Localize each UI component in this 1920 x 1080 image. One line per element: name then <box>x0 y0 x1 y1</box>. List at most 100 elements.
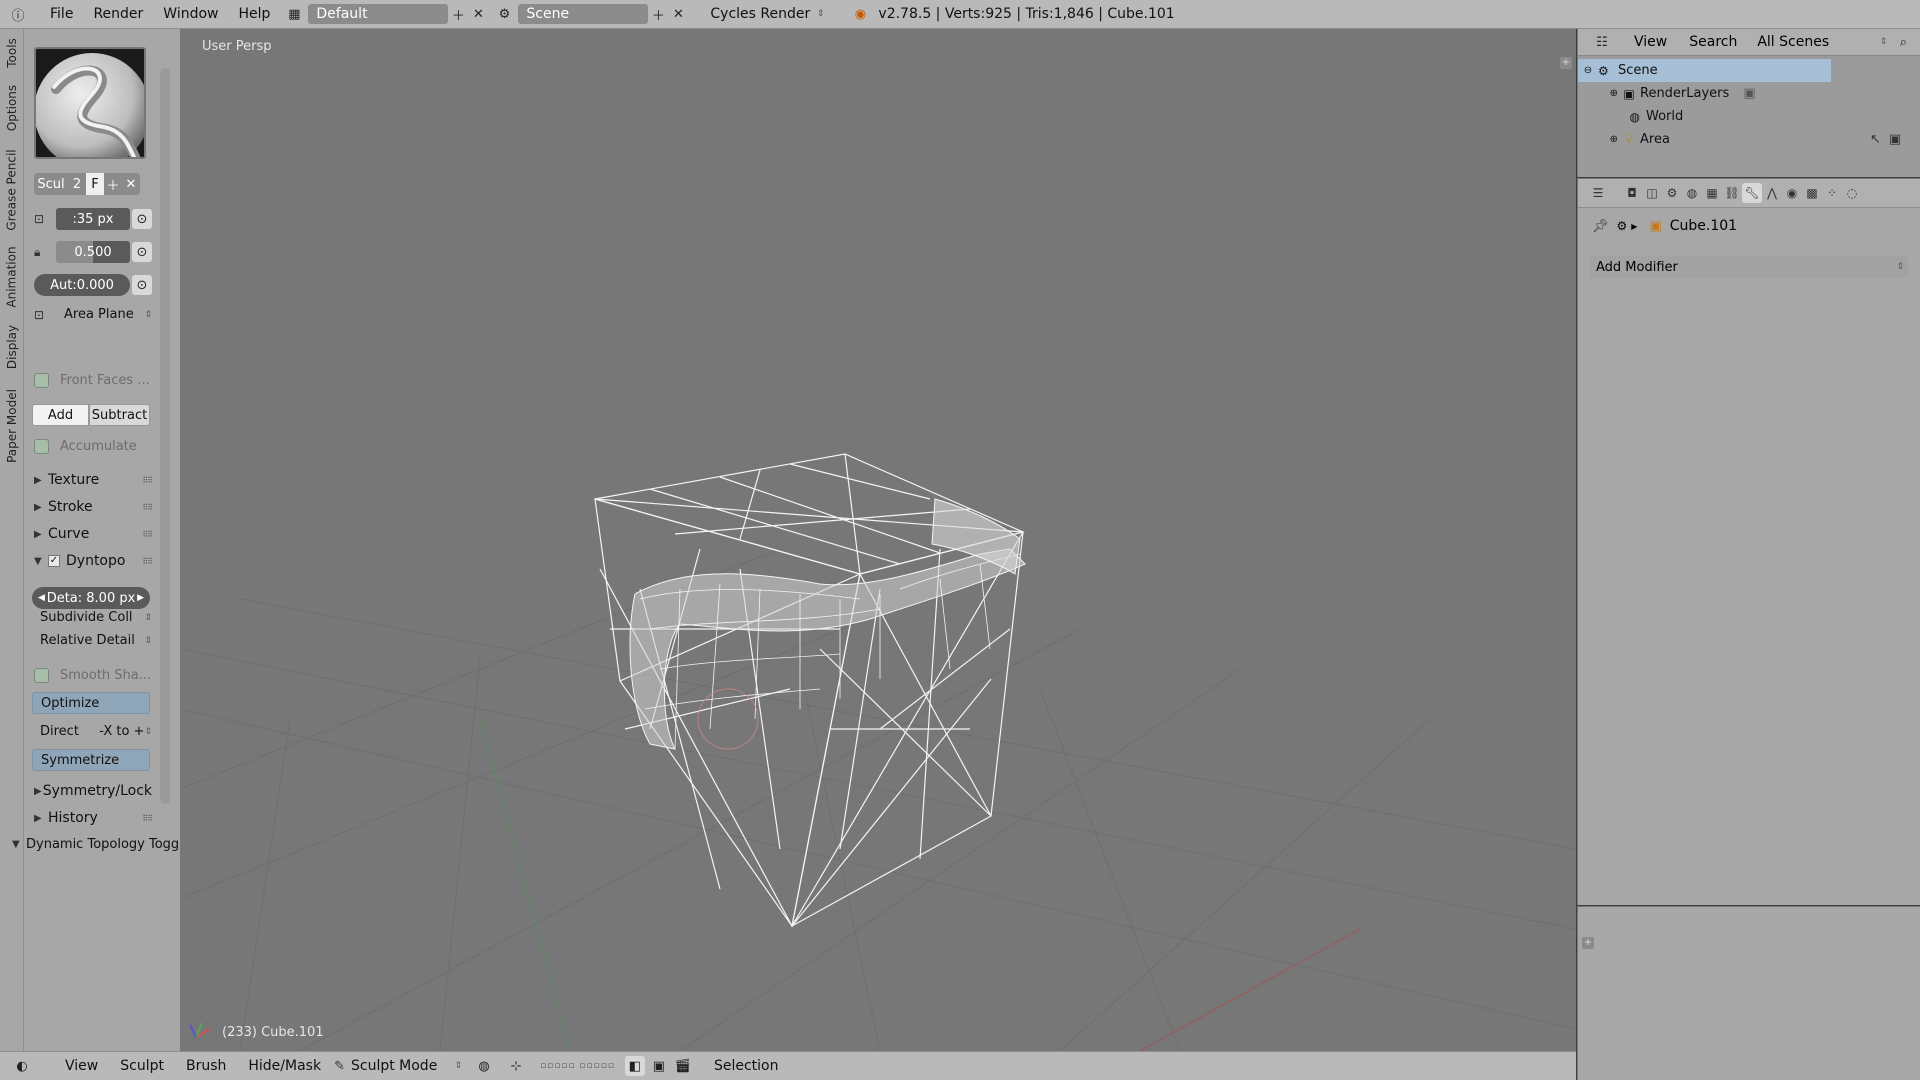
outliner-search-icon[interactable]: ⌕ <box>1893 32 1913 52</box>
render-preview-icon[interactable]: ▣ <box>649 1056 669 1076</box>
panel-stroke[interactable]: ▶ Stroke ⠿⠿ <box>34 499 153 515</box>
accumulate-checkbox[interactable] <box>34 439 49 454</box>
render-restrict-icon[interactable]: ▣ <box>1889 132 1901 147</box>
outliner-menu-search[interactable]: Search <box>1689 34 1737 50</box>
tab-display[interactable]: Display <box>2 319 22 375</box>
physics-tab-icon[interactable]: ◌ <box>1842 183 1862 203</box>
menu-window[interactable]: Window <box>153 6 228 22</box>
radius-pressure-icon[interactable]: ⊙ <box>132 209 152 229</box>
last-operator-panel[interactable]: ▼ Dynamic Topology Togg <box>12 837 182 852</box>
outliner-menu-view[interactable]: View <box>1634 34 1667 50</box>
subtract-direction-button[interactable]: Subtract <box>89 404 150 426</box>
particles-tab-icon[interactable]: ⁘ <box>1822 183 1842 203</box>
tree-item-scene[interactable]: ⊖ ⚙ Scene <box>1578 59 1831 82</box>
object-tab-icon[interactable]: ▦ <box>1702 183 1722 203</box>
pivot-point-icon[interactable]: ⊹ <box>506 1056 526 1076</box>
world-tab-icon[interactable]: ◍ <box>1682 183 1702 203</box>
texture-tab-icon[interactable]: ▩ <box>1802 183 1822 203</box>
viewport-expand-icon[interactable]: + <box>1560 57 1572 69</box>
brush-users-count[interactable]: 2 <box>68 173 86 195</box>
pin-icon[interactable]: 📌︎ <box>1592 219 1609 234</box>
collapse-icon[interactable]: ⊖ <box>1578 65 1598 76</box>
region-expand-icon[interactable]: + <box>1582 937 1594 949</box>
material-tab-icon[interactable]: ◉ <box>1782 183 1802 203</box>
tab-options[interactable]: Options <box>2 79 22 137</box>
info-editor-icon[interactable]: ⓘ <box>8 4 28 24</box>
strength-lock-icon[interactable]: 🔒︎ <box>34 245 56 260</box>
render-tab-icon[interactable]: ◘ <box>1622 183 1642 203</box>
symmetrize-direction-dropdown[interactable]: -X to + <box>99 724 144 739</box>
delete-layout-icon[interactable]: ✕ <box>468 4 488 24</box>
scene-dropdown[interactable]: Scene <box>518 4 649 24</box>
constraints-tab-icon[interactable]: ⛓︎ <box>1722 183 1742 203</box>
tab-tools[interactable]: Tools <box>2 33 22 73</box>
tree-item-area-light[interactable]: ⊕ 💡︎ Area ↖ ▣ <box>1578 128 1908 151</box>
render-engine-dropdown[interactable]: Cycles Render ⇕ <box>702 4 833 24</box>
tree-item-world[interactable]: ◍ World <box>1578 105 1908 128</box>
add-layout-icon[interactable]: ＋ <box>448 4 468 24</box>
menu-brush[interactable]: Brush <box>175 1058 237 1074</box>
brush-name-field[interactable]: Scul <box>34 173 68 195</box>
scene-tab-icon[interactable]: ⚙ <box>1662 183 1682 203</box>
panel-history[interactable]: ▶ History ⠿⠿ <box>34 810 153 826</box>
radius-unit-icon[interactable]: ⊡ <box>34 212 56 226</box>
add-modifier-dropdown[interactable]: Add Modifier ⇕ <box>1590 256 1908 278</box>
render-layer-toggle-icon[interactable]: ▣ <box>1743 86 1755 101</box>
add-scene-icon[interactable]: ＋ <box>648 4 668 24</box>
front-faces-checkbox[interactable] <box>34 373 49 388</box>
new-brush-button[interactable]: ＋ <box>104 173 122 195</box>
optimize-button[interactable]: Optimize <box>32 692 150 714</box>
menu-hide-mask[interactable]: Hide/Mask <box>237 1058 332 1074</box>
layer-buttons[interactable]: ▫▫▫▫▫ ▫▫▫▫▫ <box>540 1061 615 1071</box>
tab-paper-model[interactable]: Paper Model <box>2 381 22 471</box>
tab-animation[interactable]: Animation <box>2 241 22 313</box>
unlink-brush-button[interactable]: ✕ <box>122 173 140 195</box>
cursor-restrict-icon[interactable]: ↖ <box>1870 132 1881 147</box>
subdivide-collapse-dropdown[interactable]: Subdivide Coll <box>40 610 133 625</box>
clapper-icon[interactable]: 🎬︎ <box>673 1056 693 1076</box>
expand-icon[interactable]: ⊕ <box>1578 88 1618 99</box>
sculpt-plane-dropdown[interactable]: Area Plane <box>64 307 134 322</box>
menu-file[interactable]: File <box>40 6 83 22</box>
outliner-display-mode-dropdown[interactable]: All Scenes ⇕ <box>1757 34 1887 50</box>
panel-curve[interactable]: ▶ Curve ⠿⠿ <box>34 526 153 542</box>
panel-texture[interactable]: ▶ Texture ⠿⠿ <box>34 472 153 488</box>
increment-arrow-icon[interactable]: ▶ <box>137 593 144 603</box>
panel-symmetry-lock[interactable]: ▶ Symmetry/Lock <box>34 783 152 799</box>
brush-fake-user-toggle[interactable]: F <box>86 173 104 195</box>
tool-shelf-scrollbar[interactable] <box>160 68 170 804</box>
modifiers-tab-icon[interactable]: 🔧︎ <box>1742 183 1762 203</box>
symmetrize-button[interactable]: Symmetrize <box>32 749 150 771</box>
radius-field[interactable]: :35 px <box>56 208 130 230</box>
autosmooth-field[interactable]: Aut:0.000 <box>34 274 130 296</box>
screen-layout-icon[interactable]: ▦ <box>284 4 304 24</box>
expand-icon[interactable]: ⊕ <box>1578 134 1618 145</box>
menu-help[interactable]: Help <box>228 6 280 22</box>
3d-viewport[interactable]: User Persp (233) Cube.101 + <box>180 29 1576 1051</box>
editor-type-icon[interactable]: ◐ <box>12 1056 32 1076</box>
menu-view[interactable]: View <box>54 1058 109 1074</box>
detail-size-field[interactable]: ◀ Deta: 8.00 px ▶ <box>32 587 150 609</box>
add-direction-button[interactable]: Add <box>32 404 89 426</box>
smooth-shading-checkbox[interactable] <box>34 668 49 683</box>
tab-grease-pencil[interactable]: Grease Pencil <box>2 145 22 235</box>
brush-preview[interactable] <box>34 47 146 159</box>
properties-editor-icon[interactable]: ☰ <box>1588 183 1608 203</box>
layout-dropdown[interactable]: Default <box>308 4 449 24</box>
data-tab-icon[interactable]: ⋀ <box>1762 183 1782 203</box>
mode-dropdown[interactable]: ✎ Sculpt Mode ⇕ <box>334 1058 462 1074</box>
panel-dyntopo[interactable]: ▼ ✓ Dyntopo ⠿⠿ <box>34 553 153 569</box>
strength-pressure-icon[interactable]: ⊙ <box>132 242 152 262</box>
lock-camera-icon[interactable]: ◧ <box>624 1056 645 1076</box>
viewport-shading-icon[interactable]: ◍ <box>474 1056 494 1076</box>
dyntopo-checkbox[interactable]: ✓ <box>48 555 60 567</box>
scene-icon[interactable]: ⚙ <box>494 4 514 24</box>
tree-item-renderlayers[interactable]: ⊕ ▣ RenderLayers ▣ <box>1578 82 1908 105</box>
delete-scene-icon[interactable]: ✕ <box>668 4 688 24</box>
autosmooth-pressure-icon[interactable]: ⊙ <box>132 275 152 295</box>
detailing-method-dropdown[interactable]: Relative Detail <box>40 633 135 648</box>
strength-field[interactable]: 0.500 <box>56 241 130 263</box>
outliner-editor-icon[interactable]: ☷ <box>1592 32 1612 52</box>
render-layers-tab-icon[interactable]: ◫ <box>1642 183 1662 203</box>
menu-render[interactable]: Render <box>83 6 153 22</box>
